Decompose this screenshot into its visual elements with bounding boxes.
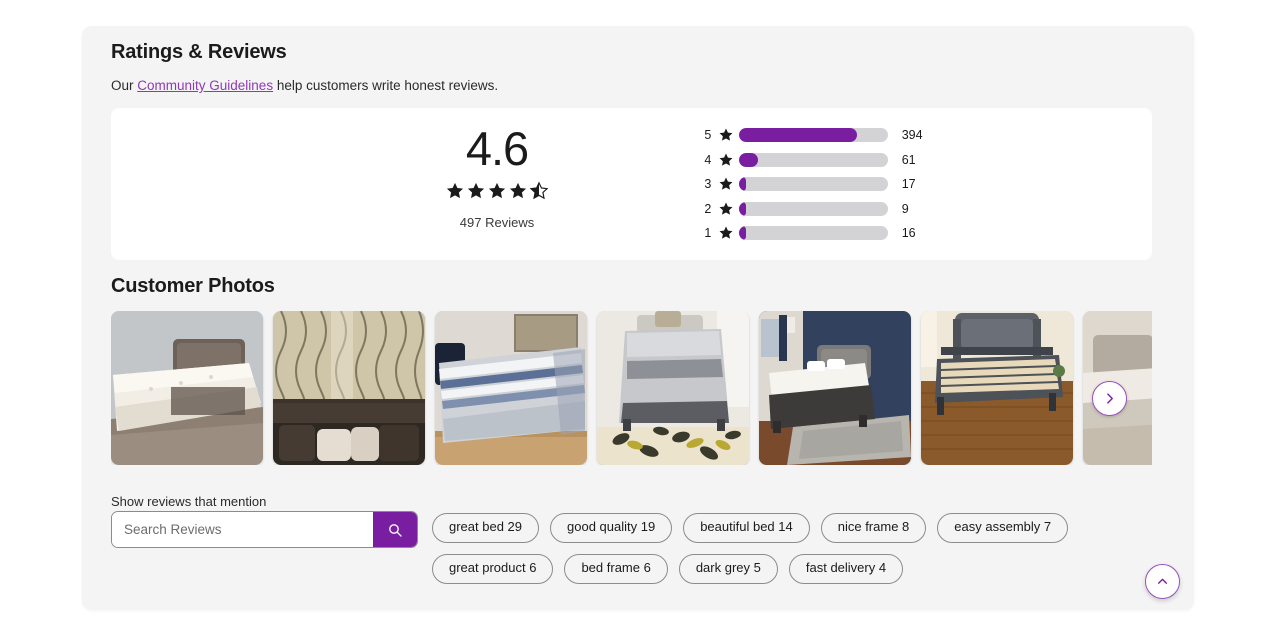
customer-photo-thumbnail[interactable] [921,311,1073,465]
keyword-chip[interactable]: beautiful bed 14 [683,513,810,543]
keyword-chip[interactable]: easy assembly 7 [937,513,1069,543]
histogram-star-value: 1 [704,226,712,241]
keyword-chip[interactable]: great product 6 [432,553,554,584]
star-icon-cell [715,152,737,168]
histogram-row[interactable]: 5 394 [701,123,941,148]
star-filled-icon [467,182,485,199]
histogram-bar-track [739,128,888,143]
community-guidelines-link[interactable]: Community Guidelines [137,78,273,93]
customer-photos-track [111,311,1152,465]
histogram-star-value: 3 [704,177,712,192]
histogram-bar-track [739,226,888,241]
show-reviews-that-mention-label: Show reviews that mention [111,494,267,509]
keyword-chip[interactable]: fast delivery 4 [788,553,904,584]
histogram-bar-track [739,152,888,167]
star-filled-icon [719,226,733,239]
customer-photo-thumbnail[interactable] [435,311,587,465]
keyword-chip[interactable]: great bed 29 [432,513,540,543]
star-filled-icon [446,182,464,199]
search-icon [389,523,402,537]
customer-photo-thumbnail[interactable] [597,311,749,465]
keyword-chip[interactable]: nice frame 8 [820,513,927,543]
histogram-bar-fill [739,226,747,241]
customer-photos-carousel[interactable] [111,311,1152,465]
histogram-row[interactable]: 3 17 [701,172,941,197]
search-reviews-field[interactable] [111,511,418,548]
average-rating-block: 4.6 497 Reviews [387,125,607,230]
histogram-row[interactable]: 4 61 [701,148,941,173]
histogram-row[interactable]: 1 16 [701,221,941,246]
histogram-bar-track [739,177,888,192]
carousel-next-button[interactable] [1092,381,1127,416]
star-filled-icon [719,128,733,141]
browser-viewport: Ratings & Reviews Our Community Guidelin… [0,0,1280,636]
histogram-star-value: 4 [704,152,712,167]
star-icon-cell [715,201,737,217]
community-guidelines-line: Our Community Guidelines help customers … [111,78,498,93]
keyword-chip[interactable]: good quality 19 [550,513,673,543]
star-filled-icon [719,202,733,215]
customer-photo-thumbnail[interactable] [273,311,425,465]
histogram-bar-track [739,201,888,216]
histogram-count: 16 [901,226,916,241]
search-input[interactable] [112,512,373,547]
average-score: 4.6 [465,122,529,175]
customer-photo-thumbnail[interactable] [759,311,911,465]
reviews-count-label: 497 Reviews [459,215,535,230]
histogram-count: 61 [901,152,916,167]
histogram-row[interactable]: 29 [701,197,941,222]
star-icon-cell [715,127,737,143]
histogram-count: 9 [901,201,909,216]
histogram-bar-fill [739,201,747,216]
star-half-icon [529,181,549,200]
keyword-chip[interactable]: dark grey 5 [678,553,778,584]
rating-summary-card: 4.6 497 Reviews 5 394 4 61 3 17 2 9 1 16 [111,108,1152,260]
star-filled-icon [509,182,527,199]
histogram-star-value: 5 [704,128,712,143]
histogram-star-value: 2 [704,201,712,216]
star-icon-cell [715,225,737,241]
page-title: Ratings & Reviews [111,41,287,63]
histogram-bar-fill [739,128,857,143]
star-icon-cell [715,176,737,192]
histogram-count: 394 [901,128,923,143]
keyword-chip[interactable]: bed frame 6 [564,553,668,584]
guidelines-prefix: Our [111,78,138,93]
histogram-count: 17 [901,177,916,192]
scroll-to-top-button[interactable] [1145,564,1180,599]
customer-photo-thumbnail[interactable] [111,311,263,465]
chevron-right-icon [1107,393,1113,404]
ratings-and-reviews-card: Ratings & Reviews Our Community Guidelin… [82,26,1194,610]
review-keyword-chips: great bed 29 good quality 19 beautiful bed… [432,513,1132,584]
star-filled-icon [719,177,733,190]
chevron-up-icon [1158,578,1167,584]
rating-histogram: 5 394 4 61 3 17 2 9 1 16 [701,123,941,246]
search-submit-button[interactable] [373,512,417,547]
average-star-rating [387,181,607,203]
histogram-bar-fill [739,177,747,192]
histogram-bar-fill [739,152,758,167]
customer-photos-title: Customer Photos [111,275,275,297]
star-filled-icon [488,182,506,199]
star-filled-icon [719,153,733,166]
guidelines-suffix: help customers write honest reviews. [273,78,499,93]
